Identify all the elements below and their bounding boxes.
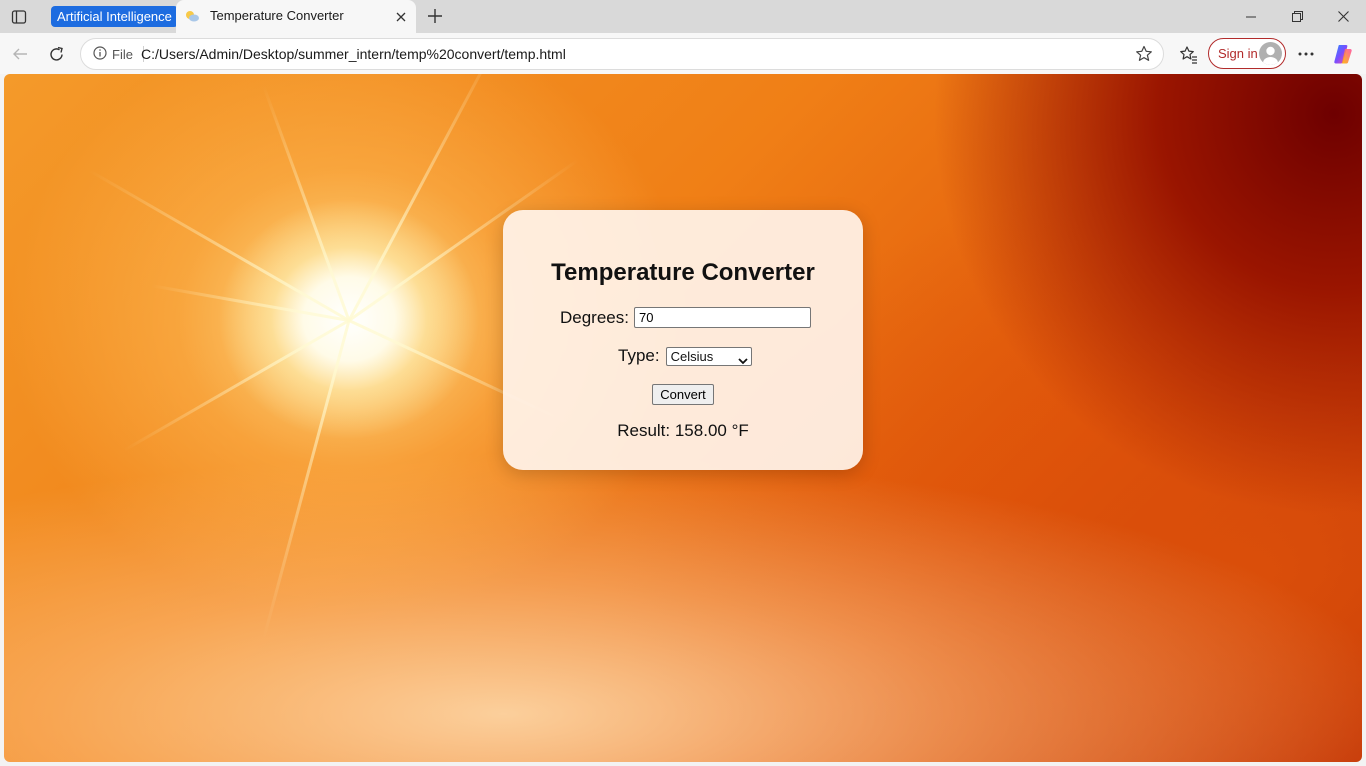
convert-button[interactable]: Convert <box>652 384 714 405</box>
browser-toolbar: File C:/Users/Admin/Desktop/summer_inter… <box>0 33 1366 74</box>
chevron-down-icon <box>737 352 748 364</box>
degrees-input[interactable] <box>633 307 811 328</box>
sun-ray <box>347 74 501 322</box>
sign-in-label: Sign in <box>1218 46 1258 61</box>
tab-strip: Artificial Intelligence Temperature Conv… <box>0 0 1366 33</box>
favorites-icon[interactable] <box>1173 39 1203 69</box>
tab-group-label[interactable]: Artificial Intelligence <box>51 6 178 27</box>
sun-ray <box>262 85 351 322</box>
new-tab-icon[interactable] <box>423 4 447 28</box>
back-icon[interactable] <box>5 39 35 69</box>
type-label: Type: <box>618 346 660 365</box>
copilot-icon[interactable] <box>1328 39 1358 69</box>
page-background: Temperature Converter Degrees: Type: Cel… <box>4 74 1362 762</box>
more-icon[interactable] <box>1291 39 1321 69</box>
close-icon[interactable] <box>392 8 410 26</box>
converter-card: Temperature Converter Degrees: Type: Cel… <box>503 210 863 470</box>
type-select-value: Celsius <box>670 348 714 364</box>
refresh-icon[interactable] <box>41 39 71 69</box>
sun-ray <box>123 319 350 452</box>
tab-title: Temperature Converter <box>210 8 344 23</box>
site-info-label: File <box>112 46 133 62</box>
degrees-row: Degrees: <box>560 307 811 328</box>
favorite-star-icon[interactable] <box>1133 43 1155 65</box>
site-info-button[interactable]: File <box>87 43 144 65</box>
window-close-icon[interactable] <box>1320 0 1366 33</box>
minimize-icon[interactable] <box>1228 0 1274 33</box>
maximize-icon[interactable] <box>1274 0 1320 33</box>
degrees-label: Degrees: <box>560 307 629 327</box>
type-select[interactable]: Celsius <box>665 346 752 366</box>
tab-temperature-converter[interactable]: Temperature Converter <box>176 0 416 33</box>
avatar-icon <box>1259 42 1282 65</box>
result-text: Result: 158.00 °F <box>617 421 749 440</box>
url-text[interactable]: C:/Users/Admin/Desktop/summer_intern/tem… <box>141 46 566 62</box>
info-icon <box>93 45 107 63</box>
page-title: Temperature Converter <box>551 259 815 286</box>
sun-ray <box>262 320 351 640</box>
favicon-icon <box>184 8 200 24</box>
address-bar[interactable]: File C:/Users/Admin/Desktop/summer_inter… <box>80 38 1164 70</box>
tab-actions-icon[interactable] <box>8 6 30 28</box>
type-row: Type: Celsius <box>618 346 752 366</box>
sign-in-button[interactable]: Sign in <box>1208 38 1286 69</box>
